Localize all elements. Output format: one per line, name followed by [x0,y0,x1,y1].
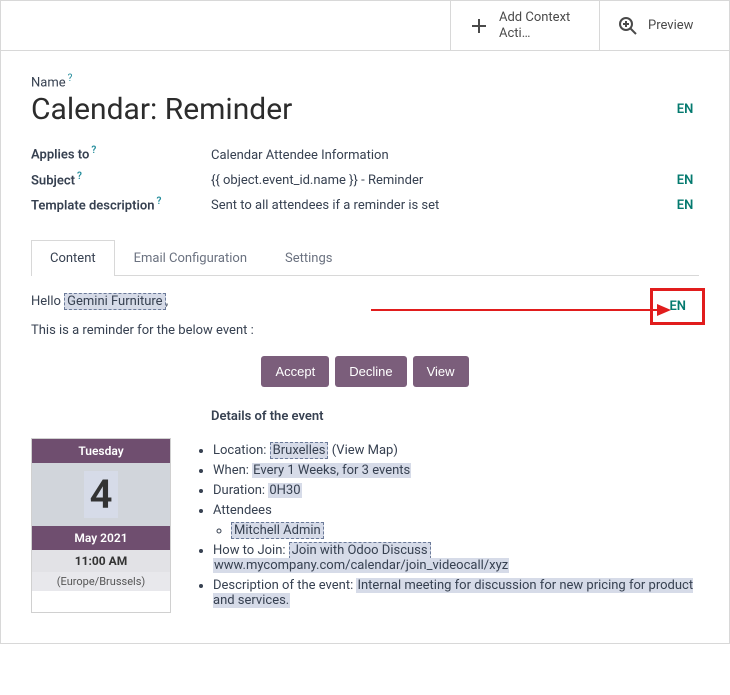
add-context-label: Add Context Acti… [499,10,581,41]
detail-attendees: Attendees Mitchell Admin [213,503,699,538]
tab-settings[interactable]: Settings [266,240,351,276]
tab-email-configuration[interactable]: Email Configuration [115,240,266,276]
view-button[interactable]: View [413,356,469,387]
mini-cal-month: May 2021 [32,526,170,550]
mini-cal-weekday: Tuesday [32,439,170,463]
details-heading: Details of the event [211,409,699,424]
mini-cal-day: 4 [84,471,119,518]
detail-when: When: Every 1 Weeks, for 3 events [213,463,699,478]
tab-content[interactable]: Content [31,240,115,276]
recipient-placeholder: Gemini Furniture [64,293,165,310]
help-icon[interactable]: ? [77,171,82,182]
reminder-text: This is a reminder for the below event : [31,323,699,338]
accept-button[interactable]: Accept [261,356,329,387]
applies-to-value[interactable]: Calendar Attendee Information [211,148,699,163]
name-field-label: Name? [31,73,699,90]
lang-badge-subject[interactable]: EN [671,173,699,188]
tab-bar: Content Email Configuration Settings [31,239,699,276]
preview-button[interactable]: Preview [599,1,729,50]
lang-badge-name[interactable]: EN [671,102,699,117]
help-icon[interactable]: ? [68,73,73,84]
arrow-annotation [371,298,671,322]
attendee-item: Mitchell Admin [231,523,699,538]
mini-cal-timezone: (Europe/Brussels) [32,572,170,591]
detail-how-to-join: How to Join: Join with Odoo Discuss www.… [213,543,699,573]
mini-cal-time: 11:00 AM [32,550,170,572]
top-toolbar: Add Context Acti… Preview [1,1,729,51]
lang-badge-description[interactable]: EN [671,198,699,213]
template-description-value[interactable]: Sent to all attendees if a reminder is s… [211,198,651,213]
magnify-plus-icon [618,16,638,36]
subject-label: Subject? [31,171,211,188]
help-icon[interactable]: ? [156,196,161,207]
template-description-label: Template description? [31,196,211,213]
event-details-list: Location: Bruxelles (View Map) When: Eve… [195,438,699,613]
name-field-value[interactable]: Calendar: Reminder [31,92,651,127]
preview-label: Preview [648,18,693,34]
applies-to-label: Applies to? [31,145,211,162]
decline-button[interactable]: Decline [335,356,406,387]
detail-description: Description of the event: Internal meeti… [213,578,699,608]
plus-icon [469,16,489,36]
subject-value[interactable]: {{ object.event_id.name }} - Reminder [211,173,651,188]
help-icon[interactable]: ? [91,145,96,156]
detail-duration: Duration: 0H30 [213,483,699,498]
add-context-action-button[interactable]: Add Context Acti… [450,1,599,50]
content-tab-body: EN Hello Gemini Furniture, This is a rem… [31,276,699,613]
detail-location: Location: Bruxelles (View Map) [213,443,699,458]
mini-calendar: Tuesday 4 May 2021 11:00 AM (Europe/Brus… [31,438,171,613]
